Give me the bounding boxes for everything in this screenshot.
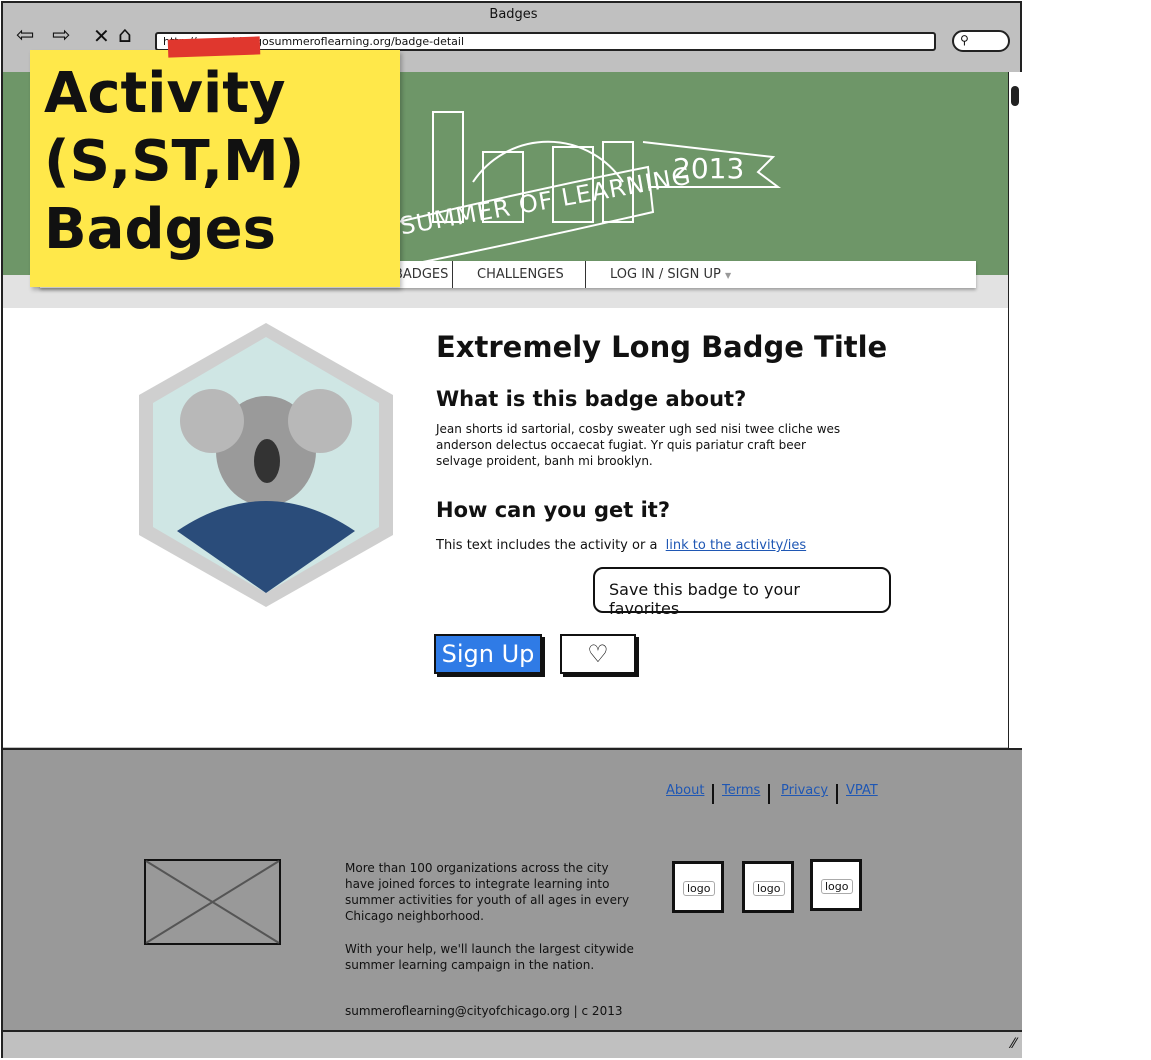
- home-icon[interactable]: ⌂: [118, 24, 132, 48]
- sticky-line: Activity: [44, 61, 286, 126]
- activity-link[interactable]: link to the activity/ies: [666, 538, 806, 553]
- sticky-note: Activity (S,ST,M) Badges: [30, 50, 400, 287]
- sign-up-button[interactable]: Sign Up: [434, 634, 542, 674]
- image-placeholder: [144, 859, 281, 945]
- logo-label: logo: [683, 881, 715, 896]
- partner-logo: logo: [810, 859, 862, 911]
- footer-link-terms[interactable]: Terms: [714, 784, 771, 804]
- heart-icon: ♡: [587, 640, 609, 668]
- footer-contact: summeroflearning@cityofchicago.org | c 2…: [345, 1004, 623, 1018]
- badge-image: [139, 323, 393, 607]
- about-heading: What is this badge about?: [436, 387, 747, 411]
- close-icon[interactable]: ✕: [93, 24, 110, 48]
- nav-login-label: LOG IN / SIGN UP: [610, 267, 721, 282]
- favorites-tooltip: Save this badge to your favorites: [593, 567, 891, 618]
- banner-year: 2013: [673, 152, 745, 185]
- badge-title: Extremely Long Badge Title: [436, 330, 888, 364]
- partner-logo: logo: [672, 861, 724, 913]
- footer-link-about[interactable]: About: [658, 784, 715, 804]
- nav-login-signup[interactable]: LOG IN / SIGN UP ▼: [586, 261, 755, 288]
- status-bar: ⁄⁄: [3, 1030, 1022, 1058]
- forward-arrow-icon[interactable]: ⇨: [52, 24, 70, 48]
- get-text-body: This text includes the activity or a: [436, 538, 658, 553]
- sticky-line: Badges: [44, 197, 276, 262]
- favorite-button[interactable]: ♡: [560, 634, 636, 674]
- nav-challenges[interactable]: CHALLENGES: [453, 261, 586, 288]
- partner-logo: logo: [742, 861, 794, 913]
- footer-link-privacy[interactable]: Privacy: [773, 784, 839, 804]
- get-heading: How can you get it?: [436, 498, 671, 522]
- footer-campaign-text: With your help, we'll launch the largest…: [345, 942, 634, 972]
- sticky-tape: [167, 36, 261, 58]
- caret-down-icon: ▼: [724, 271, 732, 280]
- get-text: This text includes the activity or a lin…: [436, 538, 806, 554]
- logo-label: logo: [753, 881, 785, 896]
- window-title: Badges: [489, 7, 538, 22]
- scrollbar-thumb[interactable]: [1011, 86, 1019, 106]
- sticky-line: (S,ST,M): [44, 129, 305, 194]
- footer-link-vpat[interactable]: VPAT: [838, 784, 886, 804]
- resize-grip-icon[interactable]: ⁄⁄: [1011, 1036, 1016, 1052]
- logo-label: logo: [821, 879, 853, 894]
- about-text: Jean shorts id sartorial, cosby sweater …: [436, 422, 841, 468]
- scrollbar[interactable]: [1008, 72, 1022, 748]
- search-icon: ⚲: [960, 33, 969, 47]
- back-arrow-icon[interactable]: ⇦: [16, 24, 34, 48]
- url-bar[interactable]: http://www.chicagosummeroflearning.org/b…: [155, 32, 936, 51]
- search-field[interactable]: ⚲: [952, 30, 1010, 52]
- footer-description: More than 100 organizations across the c…: [345, 861, 630, 923]
